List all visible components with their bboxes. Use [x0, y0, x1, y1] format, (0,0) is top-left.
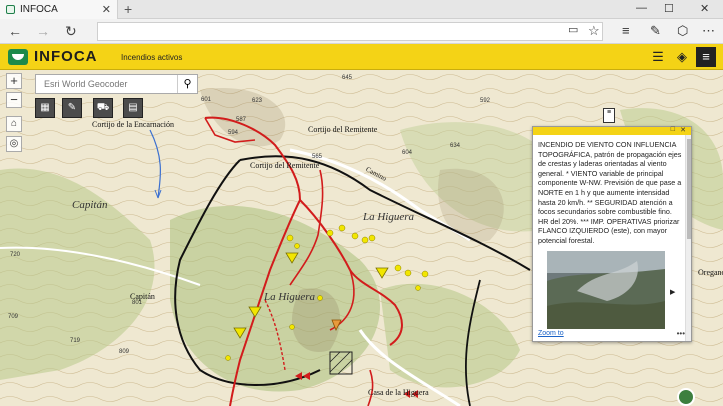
label-elevation: 801 [132, 300, 143, 306]
share-icon[interactable]: ⬡ [677, 23, 688, 39]
tab-close-icon[interactable]: ✕ [102, 3, 111, 16]
popup-minimize-button[interactable]: □ [671, 126, 675, 133]
layers-icon[interactable]: ◈ [672, 47, 692, 67]
fire-photo [547, 251, 665, 329]
junta-andalucia-logo-icon [8, 49, 28, 65]
browser-tab-bar: INFOCA ✕ + — ☐ ✕ [0, 0, 723, 19]
label-elevation: 809 [119, 349, 130, 355]
label-cortijo-remitente: Cortijo del Remitente [308, 125, 378, 134]
infoca-favicon-icon [6, 5, 15, 14]
label-elevation: 623 [252, 98, 263, 104]
list-menu-icon[interactable]: ☰ [648, 47, 668, 67]
forward-button[interactable]: → [36, 23, 50, 39]
label-elevation: 709 [8, 314, 19, 320]
popup-header: □ ✕ [533, 126, 691, 135]
zoom-out-button[interactable]: − [6, 92, 22, 108]
popup-scrollbar[interactable] [685, 135, 691, 341]
label-casa-higuera: Casa de la Higuera [368, 388, 429, 397]
hub-icon[interactable]: ≡ [622, 23, 630, 38]
address-bar: ← → ↻ ▭ ☆ ≡ ✎ ⬡ ⋯ [0, 19, 723, 44]
search-icon[interactable]: ⚲ [177, 75, 197, 93]
app-header: INFOCA Incendios activos ☰ ◈ ≡ [0, 44, 723, 70]
label-oregano: Oregano [698, 268, 723, 277]
options-menu-icon[interactable]: ≡ [696, 47, 716, 67]
app-title: INFOCA [34, 48, 98, 65]
more-icon[interactable]: ⋯ [702, 23, 715, 39]
tab-title: INFOCA [20, 4, 58, 15]
label-elevation: 720 [10, 252, 21, 258]
label-elevation: 594 [228, 130, 239, 136]
incident-popup: □ ✕ INCENDIO DE VIENTO CON INFLUENCIA TO… [532, 126, 692, 342]
geocoder-search: ⚲ [35, 74, 198, 94]
popup-more-icon[interactable]: ••• [677, 329, 685, 338]
popup-close-button[interactable]: ✕ [680, 126, 686, 134]
label-elevation: 719 [70, 338, 81, 344]
refresh-button[interactable]: ↻ [65, 23, 77, 40]
map-view[interactable]: Cortijo de la Encarnación Cortijo del Re… [0, 70, 723, 406]
minimize-button[interactable]: — [636, 2, 647, 14]
close-window-button[interactable]: ✕ [700, 2, 709, 15]
label-cortijo-encarnacion: Cortijo de la Encarnación [92, 120, 174, 129]
home-icon[interactable]: ⌂ [6, 116, 22, 132]
search-input[interactable] [36, 75, 177, 93]
label-la-higuera: La Higuera [363, 211, 415, 223]
back-button[interactable]: ← [8, 23, 22, 39]
locate-icon[interactable]: ◎ [6, 136, 22, 152]
new-tab-button[interactable]: + [124, 1, 132, 17]
document-tool-icon[interactable]: ▤ [123, 98, 143, 118]
label-la-higuera: La Higuera [264, 291, 316, 303]
label-elevation: 645 [342, 75, 353, 81]
pencil-tool-icon[interactable]: ✎ [62, 98, 82, 118]
notes-icon[interactable]: ✎ [650, 23, 661, 39]
document-icon[interactable]: ≡ [603, 108, 615, 123]
vehicle-tool-icon[interactable]: ⛟ [93, 98, 113, 118]
label-cortijo-remitente: Cortijo del Remitente [250, 161, 320, 170]
popup-description: INCENDIO DE VIENTO CON INFLUENCIA TOPOGR… [538, 140, 682, 245]
maximize-button[interactable]: ☐ [664, 2, 674, 15]
browser-tab[interactable]: INFOCA ✕ [0, 0, 118, 19]
label-elevation: 592 [480, 98, 491, 104]
label-elevation: 604 [402, 150, 413, 156]
next-feature-icon[interactable]: ▶ [670, 288, 675, 296]
label-elevation: 587 [236, 117, 247, 123]
basemap-tool-icon[interactable]: ▦ [35, 98, 55, 118]
zoom-in-button[interactable]: + [6, 73, 22, 89]
label-elevation: 601 [201, 97, 212, 103]
favorites-star-icon[interactable]: ☆ [588, 23, 600, 39]
scrollbar-thumb[interactable] [687, 139, 691, 239]
url-input[interactable] [97, 22, 603, 41]
app-subtitle[interactable]: Incendios activos [121, 53, 182, 62]
zoom-to-link[interactable]: Zoom to [538, 330, 564, 337]
label-elevation: 565 [312, 154, 323, 160]
label-elevation: 634 [450, 143, 461, 149]
reading-view-icon[interactable]: ▭ [568, 23, 578, 36]
label-capitan: Capitán [72, 199, 108, 211]
